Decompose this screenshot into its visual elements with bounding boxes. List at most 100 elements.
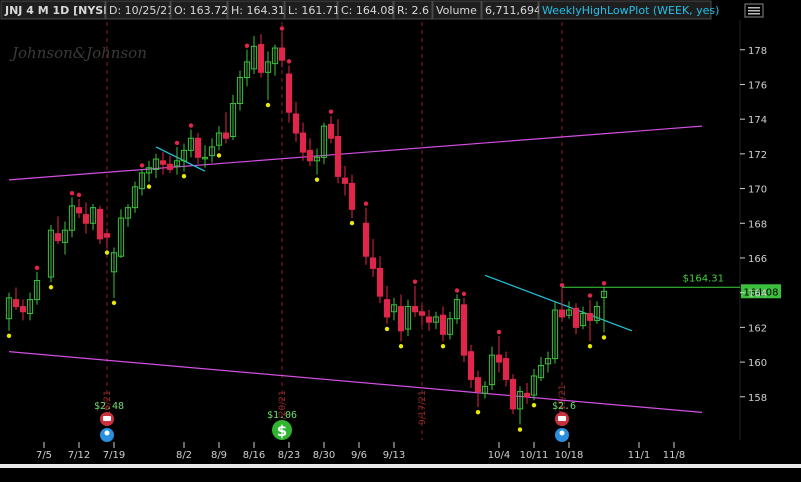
- weekly-high-marker: [76, 192, 82, 198]
- candle-body: [467, 351, 475, 380]
- weekly-high-marker: [601, 281, 607, 286]
- y-tick-label: 162: [748, 323, 767, 334]
- y-tick-label: 164: [748, 289, 767, 300]
- candle-body: [278, 47, 286, 61]
- y-tick-label: 168: [748, 219, 767, 230]
- x-tick-label: 8/30: [313, 450, 335, 461]
- candle-body: [222, 132, 230, 139]
- event-date-label: 9/17/21: [418, 390, 428, 425]
- candle-body: [418, 311, 426, 316]
- candle-body: [159, 160, 167, 165]
- weekly-low-marker: [111, 300, 117, 306]
- close-readout: C: 164.08: [341, 4, 394, 17]
- candle-body: [334, 136, 342, 177]
- candle-body: [292, 113, 300, 134]
- candle-body: [362, 222, 370, 257]
- candle-body: [572, 307, 580, 328]
- x-tick-label: 10/18: [555, 450, 584, 461]
- x-tick-label: 8/23: [278, 450, 300, 461]
- range-readout: R: 2.6: [397, 4, 429, 17]
- x-tick-label: 7/12: [68, 450, 90, 461]
- date-readout: D: 10/25/21: [109, 4, 174, 17]
- weekly-low-marker: [265, 102, 271, 108]
- candle-body: [383, 299, 391, 318]
- candle-body: [502, 358, 510, 380]
- weekly-low-marker: [531, 403, 537, 408]
- bottom-strip: [0, 464, 801, 468]
- weekly-high-marker: [69, 191, 75, 196]
- candle-body: [54, 233, 62, 242]
- company-watermark: Johnson&Johnson: [9, 44, 147, 62]
- high-readout: H: 164.31: [231, 4, 285, 17]
- x-tick-label: 10/11: [520, 450, 549, 461]
- weekly-high-marker: [188, 123, 194, 128]
- candle-body: [348, 182, 356, 210]
- candle-body: [327, 123, 335, 139]
- weekly-high-marker: [139, 163, 145, 168]
- candle-body: [376, 267, 384, 297]
- dividend-amount-label: $1.06: [267, 410, 297, 421]
- candle-body: [495, 354, 503, 363]
- weekly-low-marker: [349, 220, 355, 226]
- price-chart[interactable]: JNJ 4 M 1D [NYSE] D: 10/25/21 O: 163.72 …: [0, 0, 801, 482]
- candle-body: [558, 309, 566, 318]
- candle-body: [397, 306, 405, 332]
- dividend-amount-label: $2.6: [552, 401, 576, 412]
- weekly-high-marker: [454, 288, 460, 293]
- x-tick-label: 8/16: [243, 450, 265, 461]
- weekly-low-marker: [440, 344, 446, 349]
- weekly-high-marker: [174, 140, 180, 146]
- weekly-high-marker: [363, 201, 369, 206]
- volume-readout: 6,711,694: [485, 4, 541, 17]
- candle-body: [75, 207, 83, 214]
- earnings-call-glyph: [103, 416, 111, 421]
- study-label[interactable]: WeeklyHighLowPlot (WEEK, yes): [542, 4, 719, 17]
- dividend-amount-label: $2.48: [94, 401, 124, 412]
- weekly-high-marker: [412, 279, 418, 284]
- weekly-high-marker: [279, 26, 285, 31]
- y-tick-label: 176: [748, 80, 767, 91]
- volume-label: Volume: [436, 4, 477, 17]
- y-tick-label: 160: [748, 358, 767, 369]
- weekly-low-marker: [475, 409, 481, 415]
- candle-body: [19, 306, 27, 313]
- weekly-low-marker: [146, 184, 152, 189]
- y-tick-label: 172: [748, 150, 767, 161]
- x-tick-label: 11/1: [628, 450, 650, 461]
- candle-body: [299, 132, 307, 153]
- candle-body: [103, 233, 111, 238]
- x-tick-label: 9/6: [351, 450, 367, 461]
- y-tick-label: 166: [748, 254, 767, 265]
- candle-body: [341, 177, 349, 184]
- candle-body: [82, 214, 90, 224]
- candle-body: [96, 208, 104, 240]
- x-tick-label: 8/9: [211, 450, 227, 461]
- candle-body: [509, 378, 517, 410]
- candle-body: [425, 316, 433, 323]
- candle-body: [166, 163, 174, 170]
- weekly-high-marker: [496, 329, 502, 335]
- open-readout: O: 163.72: [174, 4, 228, 17]
- weekly-high-marker: [34, 265, 40, 271]
- weekly-low-marker: [587, 344, 593, 349]
- low-readout: L: 161.71: [288, 4, 340, 17]
- chart-header: JNJ 4 M 1D [NYSE] D: 10/25/21 O: 163.72 …: [0, 0, 764, 20]
- y-tick-label: 170: [748, 185, 767, 196]
- symbol-label[interactable]: JNJ 4 M 1D [NYSE]: [4, 4, 116, 17]
- x-tick-label: 11/8: [663, 450, 685, 461]
- y-tick-label: 174: [748, 115, 767, 126]
- candle-body: [460, 304, 468, 356]
- weekly-low-marker: [181, 174, 187, 179]
- weekly-low-marker: [48, 285, 54, 290]
- weekly-low-marker: [6, 333, 12, 339]
- weekly-high-marker: [587, 293, 593, 298]
- x-tick-label: 10/4: [488, 450, 510, 461]
- candle-body: [474, 377, 482, 393]
- weekly-low-marker: [216, 153, 222, 158]
- weekly-low-marker: [601, 335, 607, 340]
- weekly-high-marker: [244, 43, 250, 48]
- weekly-low-marker: [384, 326, 390, 332]
- weekly-high-marker: [286, 59, 292, 64]
- dividend-dollar-glyph: $: [277, 422, 287, 440]
- x-tick-label: 9/13: [383, 450, 405, 461]
